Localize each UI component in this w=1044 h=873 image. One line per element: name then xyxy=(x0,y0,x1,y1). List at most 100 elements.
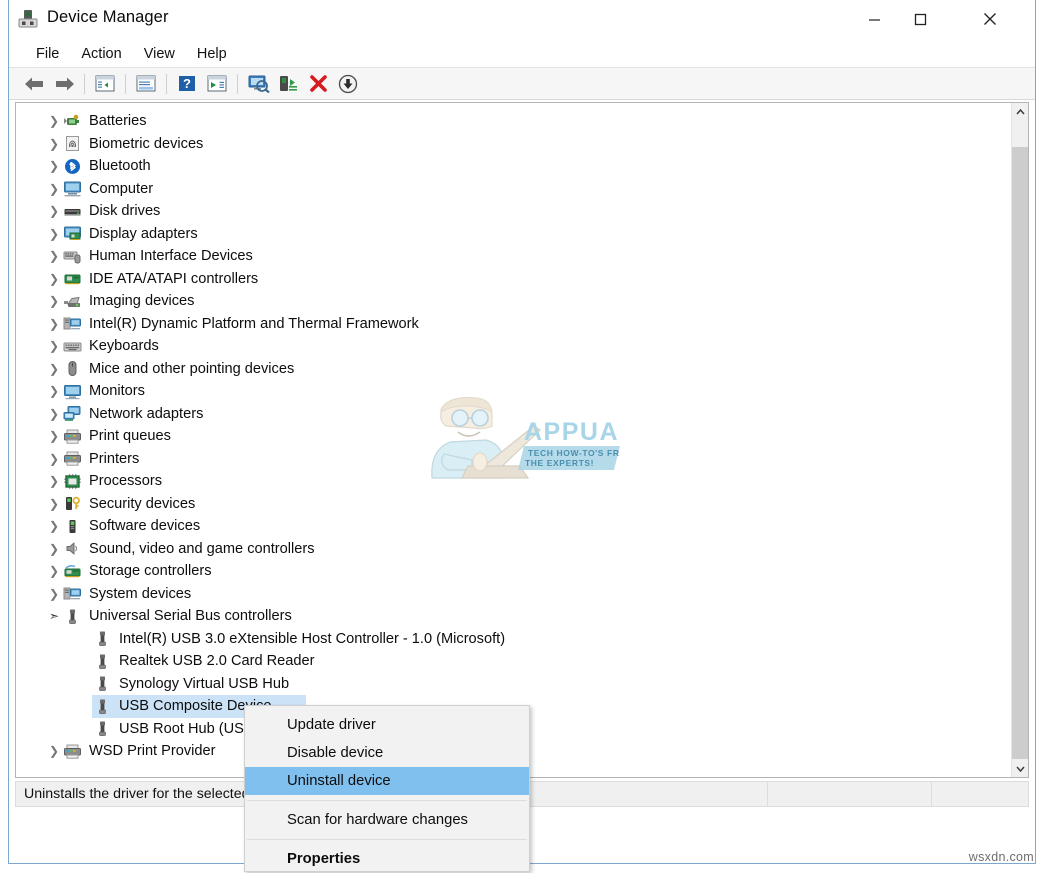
tree-item-label: Intel(R) Dynamic Platform and Thermal Fr… xyxy=(89,316,423,332)
tree-item-label: Print queues xyxy=(89,428,175,444)
tree-item-sound-video-game-controllers[interactable]: ❯ Sound, video and game controllers xyxy=(16,538,1011,561)
tree-item-computer[interactable]: ❯ Computer xyxy=(16,178,1011,201)
context-menu-item-update-driver[interactable]: Update driver xyxy=(245,711,529,739)
storage-controller-icon xyxy=(62,562,82,580)
tree-item-biometric-devices[interactable]: ❯ Biometric devices xyxy=(16,133,1011,156)
chevron-right-icon[interactable]: ❯ xyxy=(46,249,62,263)
tree-item-realtek-usb-card-reader[interactable]: ❯ Realtek USB 2.0 Card Reader xyxy=(16,650,1011,673)
forward-icon[interactable] xyxy=(49,70,79,97)
context-menu-item-properties[interactable]: Properties xyxy=(245,845,529,873)
tree-item-universal-serial-bus-controllers[interactable]: ➣ Universal Serial Bus controllers xyxy=(16,605,1011,628)
back-icon[interactable] xyxy=(19,70,49,97)
status-pane-2 xyxy=(768,781,932,807)
tree-item-disk-drives[interactable]: ❯ Disk drives xyxy=(16,200,1011,223)
chevron-right-icon[interactable]: ❯ xyxy=(46,407,62,421)
chevron-right-icon[interactable]: ❯ xyxy=(46,317,62,331)
toolbar-separator xyxy=(125,74,126,94)
chevron-right-icon[interactable]: ❯ xyxy=(46,474,62,488)
help-icon[interactable]: ? xyxy=(172,70,202,97)
tree-item-human-interface-devices[interactable]: ❯ Human Interface Devices xyxy=(16,245,1011,268)
menu-file[interactable]: File xyxy=(25,43,70,65)
chevron-right-icon[interactable]: ❯ xyxy=(46,452,62,466)
tree-item-software-devices[interactable]: ❯ Software devices xyxy=(16,515,1011,538)
menu-help[interactable]: Help xyxy=(186,43,238,65)
tree-item-network-adapters[interactable]: ❯ Network adapters xyxy=(16,403,1011,426)
chevron-right-icon[interactable]: ❯ xyxy=(46,519,62,533)
chevron-right-icon[interactable]: ❯ xyxy=(46,137,62,151)
tree-item-intel-usb-30-host-controller[interactable]: ❯ Intel(R) USB 3.0 eXtensible Host Contr… xyxy=(16,628,1011,651)
chevron-right-icon[interactable]: ❯ xyxy=(46,227,62,241)
tree-item-security-devices[interactable]: ❯ Security devices xyxy=(16,493,1011,516)
tree-item-batteries[interactable]: ❯ Batteries xyxy=(16,110,1011,133)
disable-device-icon[interactable] xyxy=(333,70,363,97)
display-adapter-icon xyxy=(62,225,82,243)
toolbar: ? xyxy=(9,67,1035,100)
update-driver-icon[interactable] xyxy=(273,70,303,97)
tree-item-bluetooth[interactable]: ❯ Bluetooth xyxy=(16,155,1011,178)
maximize-button[interactable] xyxy=(897,0,943,38)
tree-item-label: Imaging devices xyxy=(89,293,198,309)
chevron-right-icon[interactable]: ❯ xyxy=(46,429,62,443)
tree-item-label: Security devices xyxy=(89,496,199,512)
properties-icon[interactable] xyxy=(131,70,161,97)
show-hide-console-tree-icon[interactable] xyxy=(90,70,120,97)
context-menu-item-disable-device[interactable]: Disable device xyxy=(245,739,529,767)
tree-item-synology-virtual-usb-hub[interactable]: ❯ Synology Virtual USB Hub xyxy=(16,673,1011,696)
chevron-right-icon[interactable]: ❯ xyxy=(46,294,62,308)
chevron-right-icon[interactable]: ❯ xyxy=(46,744,62,758)
chevron-right-icon[interactable]: ❯ xyxy=(46,182,62,196)
menu-action[interactable]: Action xyxy=(70,43,132,65)
chevron-right-icon[interactable]: ❯ xyxy=(46,362,62,376)
chevron-right-icon[interactable]: ❯ xyxy=(46,564,62,578)
tree-item-keyboards[interactable]: ❯ Keyboards xyxy=(16,335,1011,358)
uninstall-device-icon[interactable] xyxy=(303,70,333,97)
scan-for-hardware-changes-icon[interactable] xyxy=(243,70,273,97)
chevron-right-icon[interactable]: ❯ xyxy=(46,384,62,398)
tree-item-monitors[interactable]: ❯ Monitors xyxy=(16,380,1011,403)
chevron-right-icon[interactable]: ❯ xyxy=(46,587,62,601)
device-context-menu[interactable]: Update driver Disable device Uninstall d… xyxy=(244,705,530,872)
menu-view[interactable]: View xyxy=(133,43,186,65)
tree-item-print-queues[interactable]: ❯ Print queues xyxy=(16,425,1011,448)
tree-item-mice-and-other-pointing-devices[interactable]: ❯ Mice and other pointing devices xyxy=(16,358,1011,381)
device-tree[interactable]: ❯ Batteries ❯ xyxy=(16,103,1011,777)
chevron-right-icon[interactable]: ❯ xyxy=(46,204,62,218)
tree-item-intel-dynamic-platform[interactable]: ❯ Intel(R) Dynamic Platform and Thermal … xyxy=(16,313,1011,336)
minimize-button[interactable] xyxy=(851,0,897,38)
monitor-icon xyxy=(62,382,82,400)
usb-icon xyxy=(92,720,112,738)
printer-icon xyxy=(62,450,82,468)
usb-icon xyxy=(92,630,112,648)
context-menu-item-scan-for-hardware-changes[interactable]: Scan for hardware changes xyxy=(245,806,529,834)
network-adapter-icon xyxy=(62,405,82,423)
chevron-down-icon[interactable]: ➣ xyxy=(46,609,62,623)
chevron-right-icon[interactable]: ❯ xyxy=(46,114,62,128)
tree-item-label: Batteries xyxy=(89,113,151,129)
tree-item-storage-controllers[interactable]: ❯ Storage controllers xyxy=(16,560,1011,583)
processor-icon xyxy=(62,472,82,490)
chevron-right-icon[interactable]: ❯ xyxy=(46,159,62,173)
scroll-up-button[interactable] xyxy=(1012,103,1028,120)
vertical-scrollbar[interactable] xyxy=(1011,103,1028,777)
tree-item-imaging-devices[interactable]: ❯ Imaging devices xyxy=(16,290,1011,313)
chevron-right-icon[interactable]: ❯ xyxy=(46,339,62,353)
scrollbar-thumb[interactable] xyxy=(1012,147,1028,759)
show-hide-action-pane-icon[interactable] xyxy=(202,70,232,97)
usb-icon xyxy=(92,652,112,670)
tree-item-label: Network adapters xyxy=(89,406,207,422)
scroll-down-button[interactable] xyxy=(1012,760,1028,777)
chevron-right-icon[interactable]: ❯ xyxy=(46,542,62,556)
tree-item-ide-ata-atapi-controllers[interactable]: ❯ IDE ATA/ATAPI controllers xyxy=(16,268,1011,291)
chevron-right-icon[interactable]: ❯ xyxy=(46,497,62,511)
context-menu-item-uninstall-device[interactable]: Uninstall device xyxy=(245,767,529,795)
close-button[interactable] xyxy=(967,0,1013,38)
device-tree-panel: ❯ Batteries ❯ xyxy=(15,102,1029,778)
tree-item-printers[interactable]: ❯ Printers xyxy=(16,448,1011,471)
tree-item-processors[interactable]: ❯ Processors xyxy=(16,470,1011,493)
tree-item-label: Keyboards xyxy=(89,338,163,354)
tree-item-system-devices[interactable]: ❯ System devices xyxy=(16,583,1011,606)
tree-item-display-adapters[interactable]: ❯ Display adapters xyxy=(16,223,1011,246)
tree-item-label: Disk drives xyxy=(89,203,164,219)
chevron-right-icon[interactable]: ❯ xyxy=(46,272,62,286)
usb-icon xyxy=(62,607,82,625)
